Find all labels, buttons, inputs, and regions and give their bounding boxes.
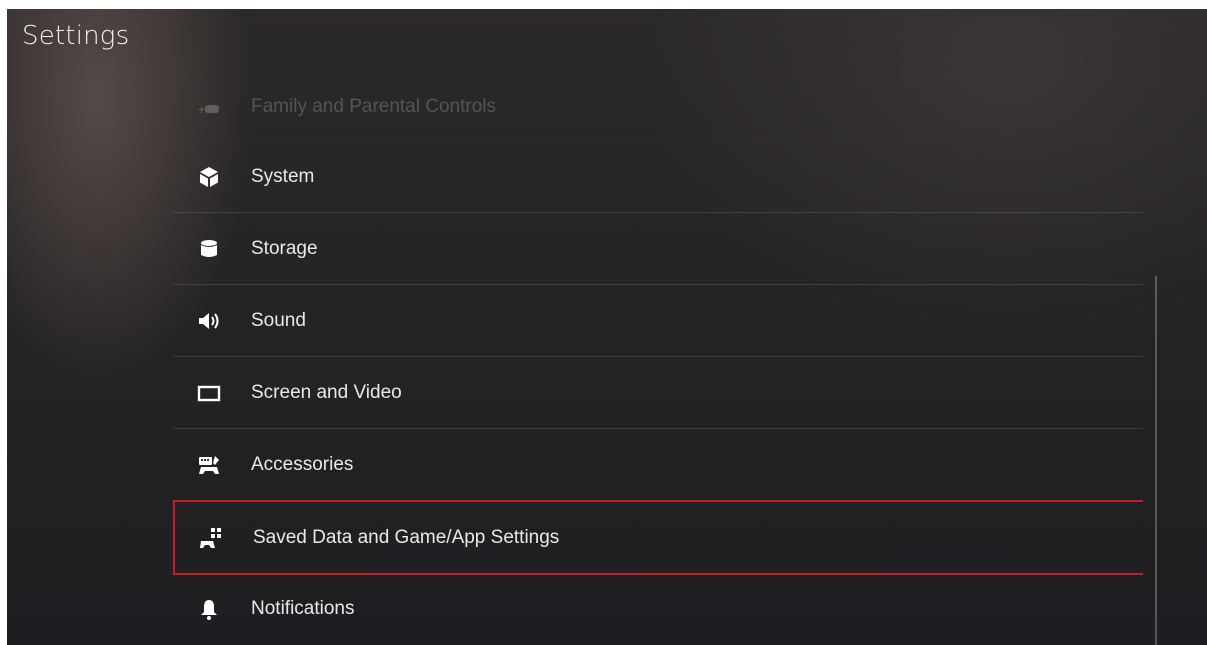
menu-item-family-parental-controls[interactable]: + Family and Parental Controls [173, 73, 1143, 141]
accessories-icon [197, 453, 221, 477]
speaker-icon [197, 309, 221, 333]
menu-item-sound[interactable]: Sound [173, 285, 1143, 357]
saved-data-icon [199, 526, 223, 550]
cube-icon [197, 165, 221, 189]
screen-icon [197, 381, 221, 405]
settings-list: + Family and Parental Controls System St… [173, 69, 1143, 645]
menu-item-label: Sound [251, 309, 306, 331]
menu-item-label: Family and Parental Controls [251, 95, 496, 117]
svg-text:+: + [197, 103, 206, 116]
menu-item-notifications[interactable]: Notifications [173, 573, 1143, 645]
menu-item-label: Notifications [251, 598, 355, 619]
bell-icon [197, 597, 221, 621]
menu-item-label: Screen and Video [251, 381, 402, 403]
menu-item-label: Storage [251, 237, 318, 259]
family-icon: + [197, 95, 221, 119]
page-title: Settings [22, 21, 130, 51]
menu-item-saved-data-and-game-app-settings[interactable]: Saved Data and Game/App Settings [173, 500, 1143, 575]
menu-item-accessories[interactable]: Accessories [173, 429, 1143, 501]
menu-item-label: Saved Data and Game/App Settings [253, 526, 560, 548]
menu-item-system[interactable]: System [173, 141, 1143, 213]
menu-item-label: System [251, 165, 315, 187]
menu-item-storage[interactable]: Storage [173, 213, 1143, 285]
scrollbar[interactable] [1155, 276, 1157, 645]
storage-icon [197, 237, 221, 261]
menu-item-label: Accessories [251, 453, 354, 475]
settings-screen: Settings + Family and Parental Controls … [7, 9, 1207, 645]
menu-item-screen-and-video[interactable]: Screen and Video [173, 357, 1143, 429]
